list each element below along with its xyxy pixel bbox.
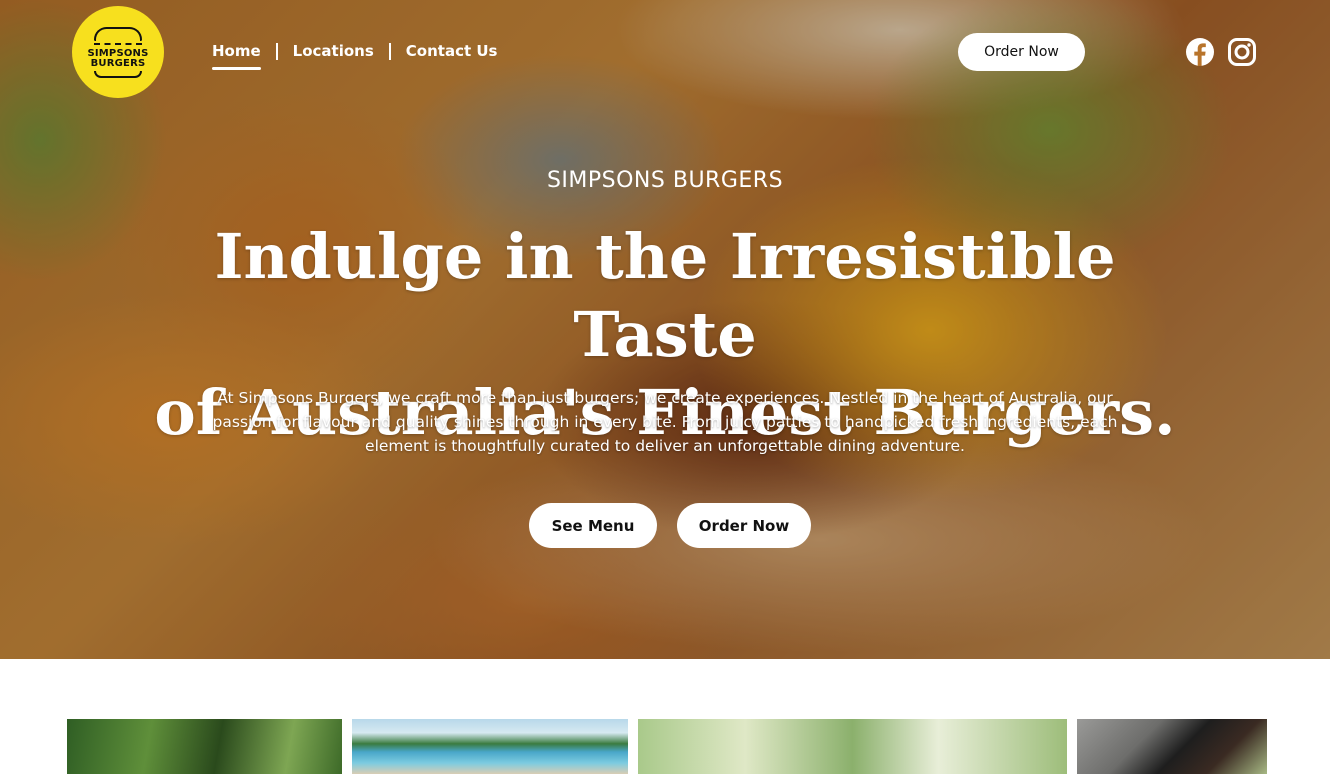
hero-eyebrow: SIMPSONS BURGERS (546, 168, 784, 193)
hero-content: SIMPSONS BURGERS Home Locations Contact … (0, 0, 1330, 659)
nav-contact-us[interactable]: Contact Us (406, 42, 498, 60)
nav-locations[interactable]: Locations (293, 42, 374, 60)
location-gallery (0, 719, 1330, 774)
order-now-hero-button[interactable]: Order Now (677, 503, 811, 548)
instagram-icon[interactable] (1227, 37, 1257, 67)
hero-section: SIMPSONS BURGERS Home Locations Contact … (0, 0, 1330, 659)
gallery-image-outdoor-dining[interactable] (638, 719, 1067, 774)
description-line-2: passion for flavour and quality shines t… (212, 413, 1118, 431)
logo-text-simpsons: SIMPSONS (87, 47, 149, 59)
description-line-3: element is thoughtfully curated to deliv… (365, 437, 965, 455)
burger-bun-icon (94, 26, 142, 41)
gallery-image-tropical-plants[interactable] (67, 719, 342, 774)
nav-home[interactable]: Home (212, 42, 261, 70)
hero-description: At Simpsons Burgers, we craft more than … (200, 386, 1130, 458)
brand-logo[interactable]: SIMPSONS BURGERS (72, 6, 164, 98)
main-nav: Home Locations Contact Us (212, 42, 498, 70)
gallery-image-beach[interactable] (352, 719, 628, 774)
lettuce-wave-icon (94, 42, 142, 47)
description-line-1: At Simpsons Burgers, we craft more than … (217, 389, 1113, 407)
nav-divider (275, 42, 278, 60)
headline-line-1: Indulge in the Irresistible Taste (214, 220, 1116, 371)
facebook-icon[interactable] (1185, 37, 1215, 67)
nav-divider (388, 42, 391, 60)
see-menu-button[interactable]: See Menu (529, 503, 657, 548)
order-now-header-button[interactable]: Order Now (958, 33, 1085, 71)
logo-text-burgers: BURGERS (90, 57, 146, 69)
gallery-image-grill-pan[interactable] (1077, 719, 1267, 774)
burger-base-icon (94, 70, 142, 78)
